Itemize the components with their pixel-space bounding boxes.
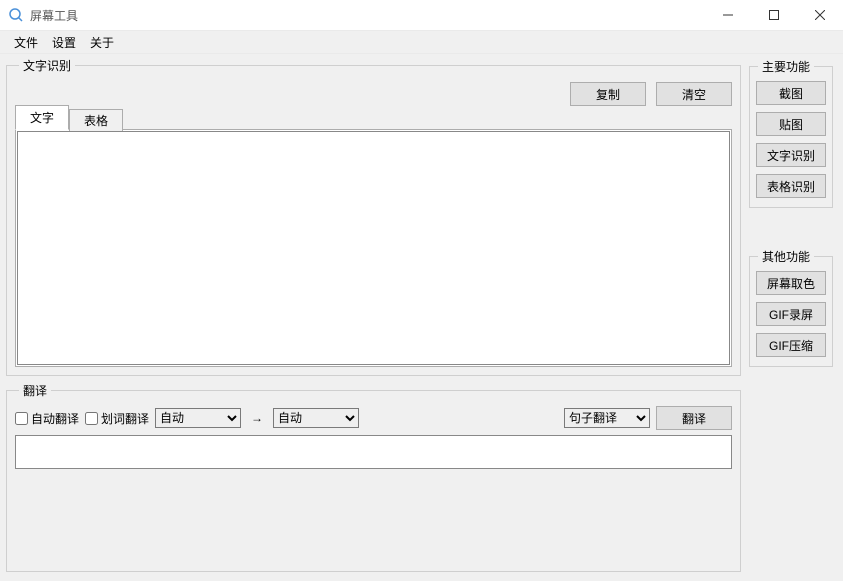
menu-bar: 文件 设置 关于 — [0, 30, 843, 54]
table-ocr-button[interactable]: 表格识别 — [756, 174, 826, 198]
ocr-group: 文字识别 复制 清空 文字 表格 — [6, 57, 741, 376]
close-button[interactable] — [797, 0, 843, 30]
arrow-icon: → — [247, 411, 267, 425]
gif-compress-button[interactable]: GIF压缩 — [756, 333, 826, 357]
translate-group: 翻译 自动翻译 划词翻译 自动 → 自动 句子 — [6, 382, 741, 572]
select-translate-label: 划词翻译 — [101, 410, 149, 427]
main-functions-group: 主要功能 截图 贴图 文字识别 表格识别 — [749, 58, 833, 208]
target-lang-select[interactable]: 自动 — [273, 408, 359, 428]
translate-button[interactable]: 翻译 — [656, 406, 732, 430]
auto-translate-checkbox[interactable]: 自动翻译 — [15, 410, 79, 427]
select-translate-input[interactable] — [85, 412, 98, 425]
other-functions-legend: 其他功能 — [758, 248, 814, 265]
maximize-button[interactable] — [751, 0, 797, 30]
tab-table[interactable]: 表格 — [69, 109, 123, 131]
window-title: 屏幕工具 — [30, 7, 78, 24]
auto-translate-label: 自动翻译 — [31, 410, 79, 427]
gif-record-button[interactable]: GIF录屏 — [756, 302, 826, 326]
pin-image-button[interactable]: 贴图 — [756, 112, 826, 136]
tab-text[interactable]: 文字 — [15, 105, 69, 130]
translate-mode-select[interactable]: 句子翻译 — [564, 408, 650, 428]
sidebar: 主要功能 截图 贴图 文字识别 表格识别 其他功能 屏幕取色 GIF录屏 GIF… — [747, 54, 843, 581]
ocr-tabstrip: 文字 表格 — [15, 108, 732, 130]
main-functions-legend: 主要功能 — [758, 58, 814, 75]
other-functions-group: 其他功能 屏幕取色 GIF录屏 GIF压缩 — [749, 248, 833, 367]
clear-button[interactable]: 清空 — [656, 82, 732, 106]
menu-settings[interactable]: 设置 — [52, 34, 76, 51]
translate-result-textarea[interactable] — [15, 435, 732, 469]
app-icon — [8, 7, 24, 23]
minimize-button[interactable] — [705, 0, 751, 30]
title-bar: 屏幕工具 — [0, 0, 843, 30]
translate-group-legend: 翻译 — [19, 382, 51, 399]
ocr-textarea[interactable] — [17, 131, 730, 365]
select-translate-checkbox[interactable]: 划词翻译 — [85, 410, 149, 427]
client-area: 文字识别 复制 清空 文字 表格 翻译 自动翻译 — [0, 54, 843, 581]
text-ocr-button[interactable]: 文字识别 — [756, 143, 826, 167]
window-controls — [705, 0, 843, 30]
ocr-tab-body — [15, 129, 732, 367]
menu-file[interactable]: 文件 — [14, 34, 38, 51]
menu-about[interactable]: 关于 — [90, 34, 114, 51]
color-picker-button[interactable]: 屏幕取色 — [756, 271, 826, 295]
source-lang-select[interactable]: 自动 — [155, 408, 241, 428]
auto-translate-input[interactable] — [15, 412, 28, 425]
screenshot-button[interactable]: 截图 — [756, 81, 826, 105]
ocr-group-legend: 文字识别 — [19, 57, 75, 74]
copy-button[interactable]: 复制 — [570, 82, 646, 106]
